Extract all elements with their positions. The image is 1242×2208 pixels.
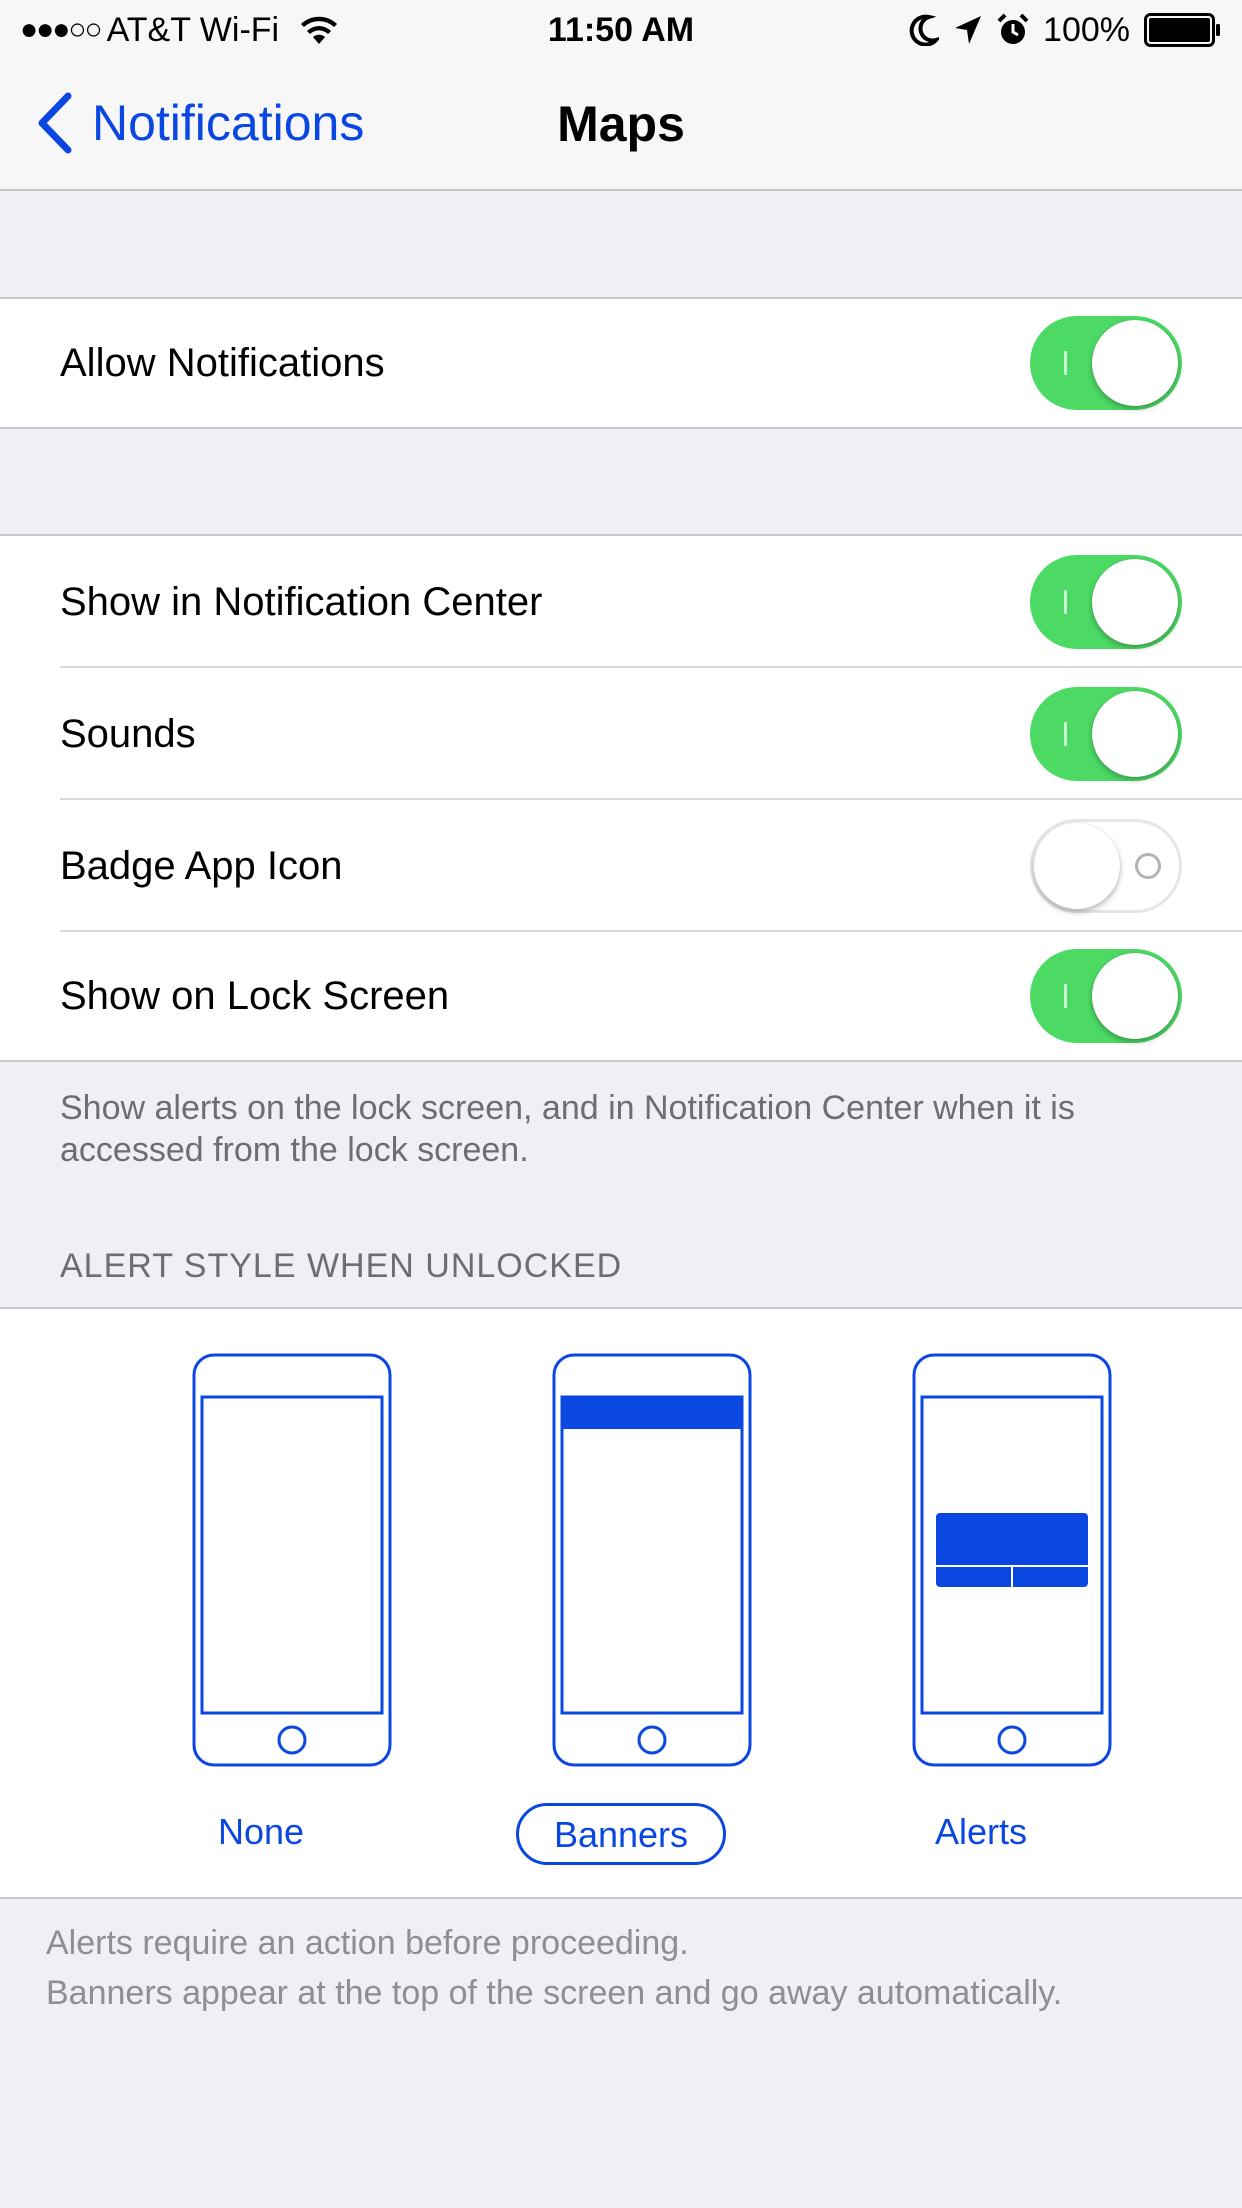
alert-style-alerts-label: Alerts bbox=[934, 1811, 1028, 1852]
alarm-icon bbox=[997, 13, 1029, 44]
allow-notifications-group: Allow Notifications bbox=[0, 297, 1242, 429]
navigation-bar: Notifications Maps bbox=[0, 60, 1242, 191]
badge-app-icon-toggle[interactable] bbox=[1030, 819, 1182, 913]
alert-style-banners-label: Banners bbox=[516, 1803, 726, 1865]
toggle-knob bbox=[1092, 691, 1178, 777]
sounds-toggle[interactable] bbox=[1030, 687, 1182, 781]
alert-style-note: Alerts require an action before proceedi… bbox=[46, 1918, 1062, 2018]
show-on-lock-screen-toggle[interactable] bbox=[1030, 949, 1182, 1043]
battery-percent: 100% bbox=[1043, 11, 1130, 49]
show-in-notification-center-label: Show in Notification Center bbox=[60, 580, 543, 624]
alert-style-note-line1: Alerts require an action before proceedi… bbox=[46, 1924, 689, 1962]
phone-style-none-icon bbox=[192, 1353, 392, 1767]
battery-icon bbox=[1144, 13, 1220, 47]
toggle-off-mark bbox=[1135, 853, 1161, 879]
toggle-on-mark bbox=[1064, 984, 1067, 1008]
badge-app-icon-row: Badge App Icon bbox=[0, 800, 1242, 932]
alert-style-banners-option[interactable]: Banners bbox=[491, 1309, 752, 1899]
phone-style-banners-icon bbox=[552, 1353, 752, 1767]
toggle-on-mark bbox=[1064, 722, 1067, 746]
alert-style-none-label: None bbox=[217, 1811, 305, 1852]
location-arrow-icon bbox=[955, 16, 982, 44]
alert-style-group: None Banners Alerts bbox=[0, 1307, 1242, 1899]
alert-style-alerts-option[interactable]: Alerts bbox=[851, 1309, 1112, 1899]
page-title: Maps bbox=[557, 96, 685, 152]
alert-style-header: ALERT STYLE WHEN UNLOCKED bbox=[60, 1247, 623, 1285]
toggle-knob bbox=[1034, 823, 1120, 909]
allow-notifications-label: Allow Notifications bbox=[60, 341, 385, 385]
show-on-lock-screen-row: Show on Lock Screen bbox=[0, 932, 1242, 1060]
alert-style-note-line2: Banners appear at the top of the screen … bbox=[46, 1974, 1063, 2012]
toggle-knob bbox=[1092, 953, 1178, 1039]
moon-icon bbox=[909, 14, 940, 46]
notification-settings-group: Show in Notification Center Sounds Badge… bbox=[0, 534, 1242, 1062]
allow-notifications-row: Allow Notifications bbox=[0, 299, 1242, 427]
show-in-notification-center-toggle[interactable] bbox=[1030, 555, 1182, 649]
show-in-notification-center-row: Show in Notification Center bbox=[0, 536, 1242, 668]
toggle-on-mark bbox=[1064, 590, 1067, 614]
sounds-row: Sounds bbox=[0, 668, 1242, 800]
toggle-knob bbox=[1092, 320, 1178, 406]
status-right: 100% bbox=[909, 10, 1222, 50]
show-on-lock-screen-label: Show on Lock Screen bbox=[60, 974, 450, 1018]
status-bar: ●●●○○ AT&T Wi-Fi 11:50 AM 100% bbox=[0, 0, 1242, 60]
badge-app-icon-label: Badge App Icon bbox=[60, 844, 343, 888]
lock-screen-footer-text: Show alerts on the lock screen, and in N… bbox=[60, 1089, 1075, 1169]
phone-style-alerts-icon bbox=[912, 1353, 1112, 1767]
toggle-knob bbox=[1092, 559, 1178, 645]
alert-style-none-option[interactable]: None bbox=[131, 1309, 392, 1899]
allow-notifications-toggle[interactable] bbox=[1030, 316, 1182, 410]
toggle-on-mark bbox=[1064, 351, 1067, 375]
sounds-label: Sounds bbox=[60, 712, 196, 756]
